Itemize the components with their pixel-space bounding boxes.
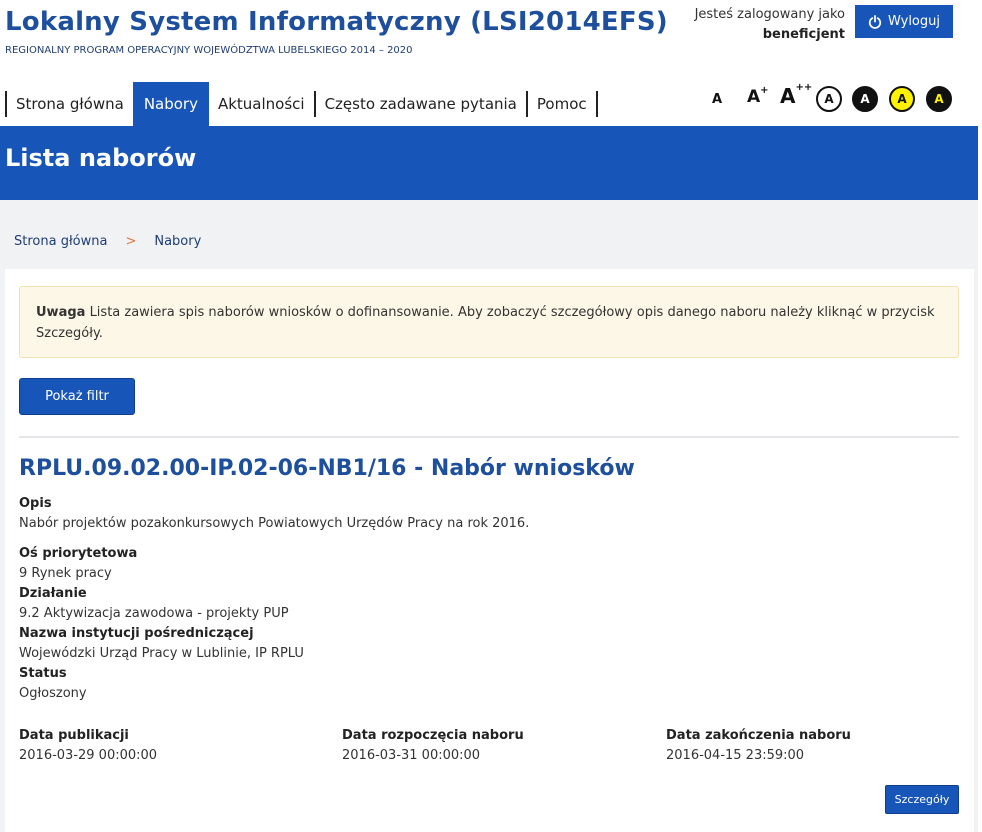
publication-date-label: Data publikacji [19,728,129,743]
description-label: Opis [19,496,52,511]
priority-axis-value: 9 Rynek pracy [19,566,112,581]
nav-item-help[interactable]: Pomoc [528,82,596,126]
font-size-larger-button[interactable]: A+ [747,85,769,107]
action-label: Działanie [19,586,87,601]
alert-label: Uwaga [36,305,86,320]
status-value: Ogłoszony [19,686,87,701]
nav-item-news[interactable]: Aktualności [209,82,314,126]
action-value: 9.2 Aktywizacja zawodowa - projekty PUP [19,606,289,621]
nav-item-nabory[interactable]: Nabory [132,82,209,126]
contrast-black-button[interactable]: A [852,86,878,112]
app-subtitle: REGIONALNY PROGRAM OPERACYJNY WOJEWÓDZTW… [5,45,413,56]
page-title: Lista naborów [5,144,197,172]
user-role: beneficjent [762,27,845,42]
info-alert: Uwaga Lista zawiera spis naborów wnioskó… [19,286,959,358]
start-date-value: 2016-03-31 00:00:00 [342,748,481,763]
font-size-largest-button[interactable]: A++ [780,82,813,108]
power-icon [868,14,882,29]
logged-in-as-text: Jesteś zalogowany jako [694,7,845,22]
show-filter-button[interactable]: Pokaż filtr [19,378,135,415]
page-banner: Lista naborów [0,126,978,200]
main-nav: Strona główna Nabory Aktualności Często … [5,82,598,126]
start-date-label: Data rozpoczęcia naboru [342,728,524,743]
institution-label: Nazwa instytucji pośredniczącej [19,626,254,641]
logout-button[interactable]: Wyloguj [855,5,953,38]
divider [19,436,959,438]
nav-separator [595,91,598,117]
details-button[interactable]: Szczegóły [885,785,959,814]
contrast-default-button[interactable]: A [816,86,842,112]
end-date-value: 2016-04-15 23:59:00 [666,748,805,763]
nav-item-home[interactable]: Strona główna [7,82,133,126]
publication-date: Data publikacji 2016-03-29 00:00:00 [19,726,157,766]
institution-value: Wojewódzki Urząd Pracy w Lublinie, IP RP… [19,646,304,661]
end-date: Data zakończenia naboru 2016-04-15 23:59… [666,726,851,766]
status-label: Status [19,666,67,681]
end-date-label: Data zakończenia naboru [666,728,851,743]
site-header: Lokalny System Informatyczny (LSI2014EFS… [0,0,982,82]
font-size-normal-button[interactable]: A [712,92,722,107]
font-size-largest-sup: ++ [795,82,813,93]
font-size-larger-sup: + [760,85,769,96]
recruitment-title: RPLU.09.02.00-IP.02-06-NB1/16 - Nabór wn… [19,456,635,481]
font-size-largest-label: A [780,84,796,108]
priority-axis-label: Oś priorytetowa [19,546,138,561]
breadcrumb: Strona główna > Nabory [14,234,201,249]
breadcrumb-home[interactable]: Strona główna [14,234,107,249]
alert-text: Lista zawiera spis naborów wniosków o do… [36,305,935,341]
contrast-black-yellow-button[interactable]: A [926,86,952,112]
breadcrumb-separator: > [125,234,137,249]
description-value: Nabór projektów pozakonkursowych Powiato… [19,516,530,531]
start-date: Data rozpoczęcia naboru 2016-03-31 00:00… [342,726,524,766]
font-size-larger-label: A [747,87,761,107]
nav-item-faq[interactable]: Często zadawane pytania [316,82,526,126]
publication-date-value: 2016-03-29 00:00:00 [19,748,158,763]
user-info: Jesteś zalogowany jako beneficjent [695,5,845,45]
app-title: Lokalny System Informatyczny (LSI2014EFS… [5,7,668,37]
logout-label: Wyloguj [888,14,940,29]
breadcrumb-current[interactable]: Nabory [154,234,201,249]
contrast-yellow-button[interactable]: A [889,86,915,112]
